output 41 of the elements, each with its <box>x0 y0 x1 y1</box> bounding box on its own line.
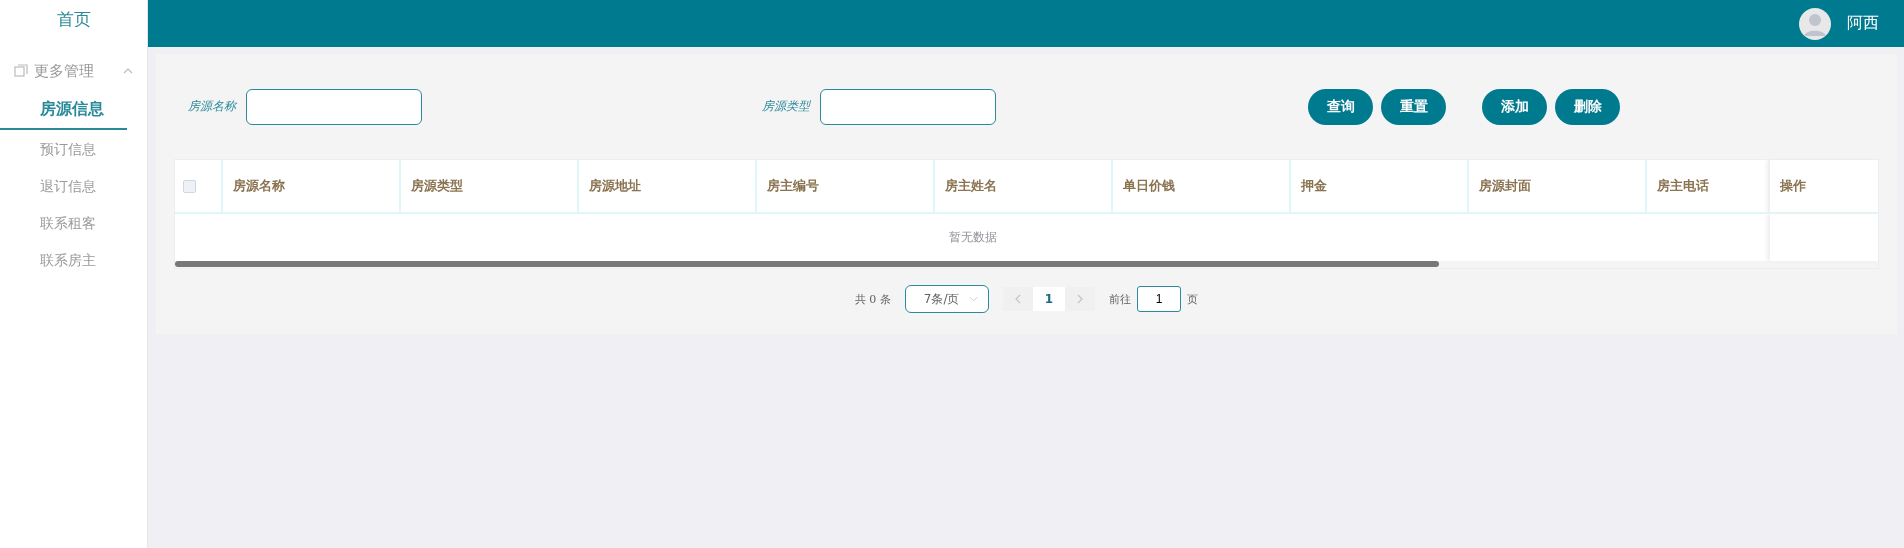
column-header: 押金 <box>1291 160 1469 212</box>
page-input[interactable]: 1 <box>1137 286 1182 312</box>
total-count: 共 0 条 <box>854 291 891 307</box>
menu-group[interactable]: 更多管理 <box>0 51 147 91</box>
goto-label: 前往 <box>1109 291 1132 307</box>
page-number[interactable]: 1 <box>1032 287 1066 311</box>
input-field[interactable] <box>820 88 996 125</box>
page-size-select[interactable]: 7条/页 <box>904 285 989 313</box>
column-header: 操作 <box>1770 160 1878 212</box>
action-button[interactable]: 添加 <box>1482 88 1547 125</box>
checkbox[interactable] <box>183 179 196 193</box>
column-header: 房主编号 <box>757 160 935 212</box>
action-button[interactable]: 查询 <box>1308 88 1373 125</box>
column-header: 房主电话 <box>1647 160 1770 212</box>
filter-label: 房源类型 <box>762 98 810 115</box>
scrollbar-thumb[interactable] <box>175 261 1439 267</box>
column-header: 房源类型 <box>401 160 579 212</box>
page-suffix: 页 <box>1187 291 1199 307</box>
menu-item[interactable]: 联系房主 <box>0 244 147 278</box>
column-header: 房主姓名 <box>935 160 1113 212</box>
menu-item[interactable]: 预订信息 <box>0 133 147 167</box>
action-button[interactable]: 删除 <box>1555 88 1620 125</box>
input-field[interactable] <box>246 88 422 125</box>
window-icon <box>14 64 28 78</box>
column-header: 房源地址 <box>579 160 757 212</box>
caret-icon <box>123 68 133 74</box>
menu-item[interactable]: 联系租客 <box>0 207 147 241</box>
next-icon[interactable] <box>1077 294 1084 304</box>
action-button[interactable]: 重置 <box>1381 88 1446 125</box>
column-header: 单日价钱 <box>1113 160 1291 212</box>
column-header: 房源封面 <box>1469 160 1647 212</box>
column-header: 房源名称 <box>223 160 401 212</box>
filter-label: 房源名称 <box>188 98 236 115</box>
menu-item[interactable]: 房源信息 <box>0 91 127 130</box>
empty-text: 暂无数据 <box>948 229 997 246</box>
home-link[interactable]: 首页 <box>56 0 91 39</box>
caret-icon <box>968 296 978 302</box>
menu-item[interactable]: 退订信息 <box>0 170 147 204</box>
avatar-icon[interactable] <box>1799 7 1831 40</box>
previous-icon[interactable] <box>1014 294 1021 304</box>
user-name[interactable]: 阿西 <box>1847 13 1879 34</box>
